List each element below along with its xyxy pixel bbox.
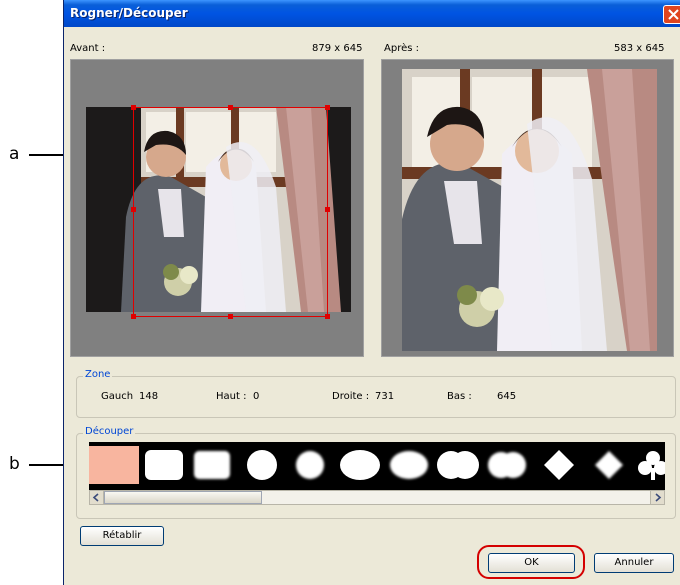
crop-handle-left[interactable]	[131, 207, 136, 212]
chevron-right-icon	[655, 493, 662, 502]
zone-right-value: 731	[375, 391, 395, 402]
before-preview	[70, 59, 364, 357]
after-preview	[381, 59, 674, 357]
shape-rounded-rect[interactable]	[142, 446, 186, 484]
shape-soft-ellipse[interactable]	[387, 446, 431, 484]
crop-handle-bottom-right[interactable]	[325, 314, 330, 319]
ok-button[interactable]: OK	[488, 553, 575, 573]
shape-soft-circle[interactable]	[288, 446, 332, 484]
zone-right-label: Droite :	[332, 391, 370, 402]
shape-diamond[interactable]	[537, 446, 581, 484]
shape-soft-double-circle[interactable]	[485, 446, 529, 484]
before-label: Avant :	[70, 43, 106, 54]
close-button[interactable]	[663, 5, 680, 24]
crop-handle-bottom-left[interactable]	[131, 314, 136, 319]
zone-top-value: 0	[253, 391, 260, 402]
shape-soft-diamond[interactable]	[587, 446, 631, 484]
scroll-left-button[interactable]	[90, 491, 104, 504]
zone-left-label: Gauch	[101, 391, 134, 402]
after-photo	[402, 69, 657, 351]
crop-rectangle[interactable]	[133, 107, 328, 317]
window-title: Rogner/Découper	[70, 6, 188, 20]
shape-none[interactable]	[89, 446, 139, 484]
crop-handle-top-left[interactable]	[131, 105, 136, 110]
cut-group-title: Découper	[83, 426, 136, 437]
shape-strip	[89, 442, 665, 490]
after-size: 583 x 645	[614, 43, 665, 54]
crop-handle-top[interactable]	[228, 105, 233, 110]
callout-a-label: a	[9, 144, 20, 164]
scroll-right-button[interactable]	[650, 491, 664, 504]
callout-b-label: b	[9, 454, 20, 474]
crop-handle-right[interactable]	[325, 207, 330, 212]
crop-handle-bottom[interactable]	[228, 314, 233, 319]
zone-left-value: 148	[139, 391, 159, 402]
before-size: 879 x 645	[312, 43, 363, 54]
zone-bottom-value: 645	[497, 391, 517, 402]
shape-ellipse[interactable]	[338, 446, 382, 484]
crop-handle-top-right[interactable]	[325, 105, 330, 110]
cancel-button[interactable]: Annuler	[594, 553, 674, 573]
after-label: Après :	[384, 43, 419, 54]
shape-circle[interactable]	[240, 446, 284, 484]
scroll-thumb[interactable]	[104, 491, 262, 504]
shape-scrollbar[interactable]	[89, 490, 665, 505]
shape-soft-rect[interactable]	[190, 446, 234, 484]
shape-club[interactable]	[637, 446, 665, 484]
zone-top-label: Haut :	[216, 391, 247, 402]
shape-double-circle[interactable]	[436, 446, 480, 484]
zone-group-title: Zone	[83, 369, 113, 380]
zone-bottom-label: Bas :	[447, 391, 472, 402]
close-icon	[668, 9, 679, 20]
reset-button[interactable]: Rétablir	[80, 526, 164, 546]
title-bar[interactable]: Rogner/Découper	[64, 0, 680, 27]
chevron-left-icon	[92, 493, 99, 502]
